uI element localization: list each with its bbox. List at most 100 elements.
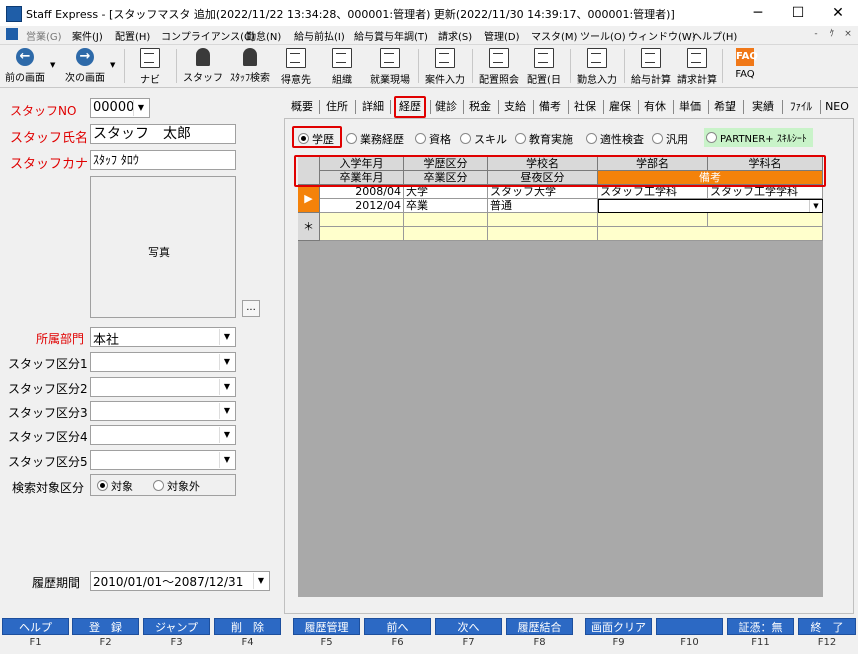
next-screen-button[interactable]: → 次の画面 (62, 45, 108, 87)
radio-partner-skill-sheet[interactable]: PARTNER+ ｽｷﾙｼｰﾄ (704, 128, 813, 147)
radio-general[interactable]: 汎用 (652, 131, 688, 147)
staff-class1-combo[interactable]: ▼ (90, 352, 236, 372)
radio-aptitude-test[interactable]: 適性検査 (586, 131, 644, 147)
tab-neo[interactable]: NEO (823, 98, 851, 116)
f3-jump-button[interactable]: ジャンプ (143, 618, 210, 635)
f2-register-button[interactable]: 登 録 (72, 618, 139, 635)
radio-work-history[interactable]: 業務経歴 (346, 131, 404, 147)
staff-kana-field[interactable]: ｽﾀｯﾌ ﾀﾛｳ (90, 150, 236, 170)
radio-skill[interactable]: スキル (460, 131, 507, 147)
chevron-down-icon[interactable]: ▼ (809, 200, 822, 212)
menu-master[interactable]: マスタ(M) (531, 28, 577, 43)
tab-health[interactable]: 健診 (432, 98, 460, 116)
f8-history-merge-button[interactable]: 履歴結合 (506, 618, 573, 635)
work-site-button[interactable]: 就業現場 (366, 45, 414, 87)
cell-department-name[interactable]: スタッフ工学学科 (708, 185, 823, 199)
tab-unit-price[interactable]: 単価 (676, 98, 704, 116)
organization-button[interactable]: 組織 (322, 45, 362, 87)
next-dropdown-icon[interactable]: ▼ (110, 61, 115, 69)
menu-attendance[interactable]: 勤怠(N) (246, 28, 281, 43)
chevron-down-icon[interactable]: ▼ (253, 573, 268, 589)
assign-view-button[interactable]: 配置照会 (476, 45, 522, 87)
prev-dropdown-icon[interactable]: ▼ (50, 61, 55, 69)
menu-admin[interactable]: 管理(D) (484, 28, 520, 43)
menu-help[interactable]: ヘルプ(H) (692, 28, 737, 43)
new-cell[interactable] (598, 227, 823, 241)
row-new-indicator[interactable]: ＊ (298, 213, 320, 241)
cell-graduation-class[interactable]: 卒業 (404, 199, 488, 213)
new-cell[interactable] (404, 213, 488, 227)
search-target-off-radio[interactable]: 対象外 (153, 478, 200, 494)
cell-entrance-date[interactable]: 2008/04 (320, 185, 404, 199)
cell-day-night-class[interactable]: 普通 (488, 199, 598, 213)
new-cell[interactable] (708, 213, 823, 227)
tab-file[interactable]: ﾌｧｲﾙ (785, 98, 817, 116)
radio-training[interactable]: 教育実施 (515, 131, 573, 147)
f11-evidence-button[interactable]: 証憑：無 (727, 618, 794, 635)
radio-education[interactable]: 学歴 (298, 131, 334, 147)
menu-tools[interactable]: ツール(O) (580, 28, 626, 43)
new-cell[interactable] (598, 213, 708, 227)
new-cell[interactable] (488, 227, 598, 241)
cell-education-class[interactable]: 大学 (404, 185, 488, 199)
menu-assign[interactable]: 配置(H) (115, 28, 150, 43)
mdi-child-icon[interactable] (6, 28, 18, 40)
staff-class2-combo[interactable]: ▼ (90, 377, 236, 397)
chevron-down-icon[interactable]: ▼ (219, 379, 234, 395)
cell-graduation-date[interactable]: 2012/04 (320, 199, 404, 213)
f7-next-button[interactable]: 次へ (435, 618, 502, 635)
mdi-minimize-button[interactable]: - (810, 28, 822, 40)
staff-name-field[interactable]: スタッフ 太郎 (90, 124, 236, 144)
menu-sales[interactable]: 営業(G) (26, 28, 62, 43)
f5-history-button[interactable]: 履歴管理 (293, 618, 360, 635)
staff-class4-combo[interactable]: ▼ (90, 425, 236, 445)
cell-faculty-name[interactable]: スタッフ工学科 (598, 185, 708, 199)
prev-screen-button[interactable]: ← 前の画面 (2, 45, 48, 87)
tab-career[interactable]: 経歴 (394, 96, 426, 118)
maximize-button[interactable]: ☐ (778, 0, 818, 26)
tab-paid-leave[interactable]: 有休 (641, 98, 669, 116)
f4-delete-button[interactable]: 削 除 (214, 618, 281, 635)
chevron-down-icon[interactable]: ▼ (219, 354, 234, 370)
staff-class5-combo[interactable]: ▼ (90, 450, 236, 470)
new-cell[interactable] (404, 227, 488, 241)
chevron-down-icon[interactable]: ▼ (133, 100, 148, 116)
tab-detail[interactable]: 詳細 (359, 98, 387, 116)
tab-employment-insurance[interactable]: 雇保 (606, 98, 634, 116)
f6-prev-button[interactable]: 前へ (364, 618, 431, 635)
cell-school-name[interactable]: スタッフ大学 (488, 185, 598, 199)
radio-qualification[interactable]: 資格 (415, 131, 451, 147)
photo-browse-button[interactable]: ... (242, 300, 260, 317)
f1-help-button[interactable]: ヘルプ (2, 618, 69, 635)
mdi-restore-button[interactable]: ｹ (826, 28, 838, 40)
payroll-calc-button[interactable]: 給与計算 (628, 45, 674, 87)
chevron-down-icon[interactable]: ▼ (219, 427, 234, 443)
history-period-combo[interactable]: 2010/01/01～2087/12/31 ▼ (90, 571, 270, 591)
row-current-indicator[interactable]: ▶ (298, 185, 320, 213)
client-button[interactable]: 得意先 (276, 45, 316, 87)
close-button[interactable]: ✕ (818, 0, 858, 26)
cell-remarks-editor[interactable] (598, 199, 823, 213)
staff-button[interactable]: スタッフ (182, 45, 224, 87)
menu-billing[interactable]: 請求(S) (438, 28, 472, 43)
staff-class3-combo[interactable]: ▼ (90, 401, 236, 421)
tab-social-insurance[interactable]: 社保 (571, 98, 599, 116)
tab-address[interactable]: 住所 (323, 98, 351, 116)
dept-combo[interactable]: 本社 ▼ (90, 327, 236, 348)
billing-calc-button[interactable]: 請求計算 (674, 45, 720, 87)
chevron-down-icon[interactable]: ▼ (219, 452, 234, 468)
f9-clear-button[interactable]: 画面クリア (585, 618, 652, 635)
case-input-button[interactable]: 案件入力 (422, 45, 468, 87)
f12-exit-button[interactable]: 終 了 (798, 618, 856, 635)
menu-case[interactable]: 案件(J) (72, 28, 103, 43)
attendance-input-button[interactable]: 勤怠入力 (574, 45, 620, 87)
menu-payroll[interactable]: 給与賞与年調(T) (354, 28, 428, 43)
chevron-down-icon[interactable]: ▼ (219, 329, 234, 345)
staff-search-button[interactable]: ｽﾀｯﾌ検索 (226, 45, 274, 87)
assign-day-button[interactable]: 配置(日 (524, 45, 564, 87)
menu-window[interactable]: ウィンドウ(W) (628, 28, 696, 43)
search-target-on-radio[interactable]: 対象 (97, 478, 133, 494)
new-cell[interactable] (320, 213, 404, 227)
minimize-button[interactable]: ─ (738, 0, 778, 26)
menu-advance-pay[interactable]: 給与前払(I) (294, 28, 345, 43)
